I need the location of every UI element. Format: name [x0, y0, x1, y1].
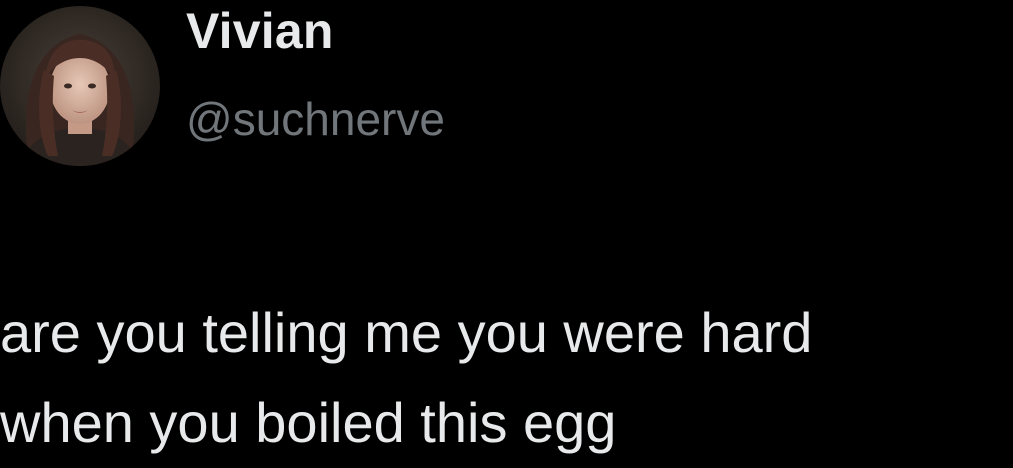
tweet-text: are you telling me you were hard when yo…: [0, 288, 1013, 468]
author-display-name[interactable]: Vivian: [186, 2, 334, 60]
avatar-photo-icon: [0, 6, 160, 166]
tweet-text-line-2: when you boiled this egg: [0, 391, 617, 454]
tweet-text-line-1: are you telling me you were hard: [0, 301, 813, 364]
tweet-card: Vivian @suchnerve are you telling me you…: [0, 0, 1013, 463]
author-handle[interactable]: @suchnerve: [186, 92, 445, 146]
avatar[interactable]: [0, 6, 160, 166]
